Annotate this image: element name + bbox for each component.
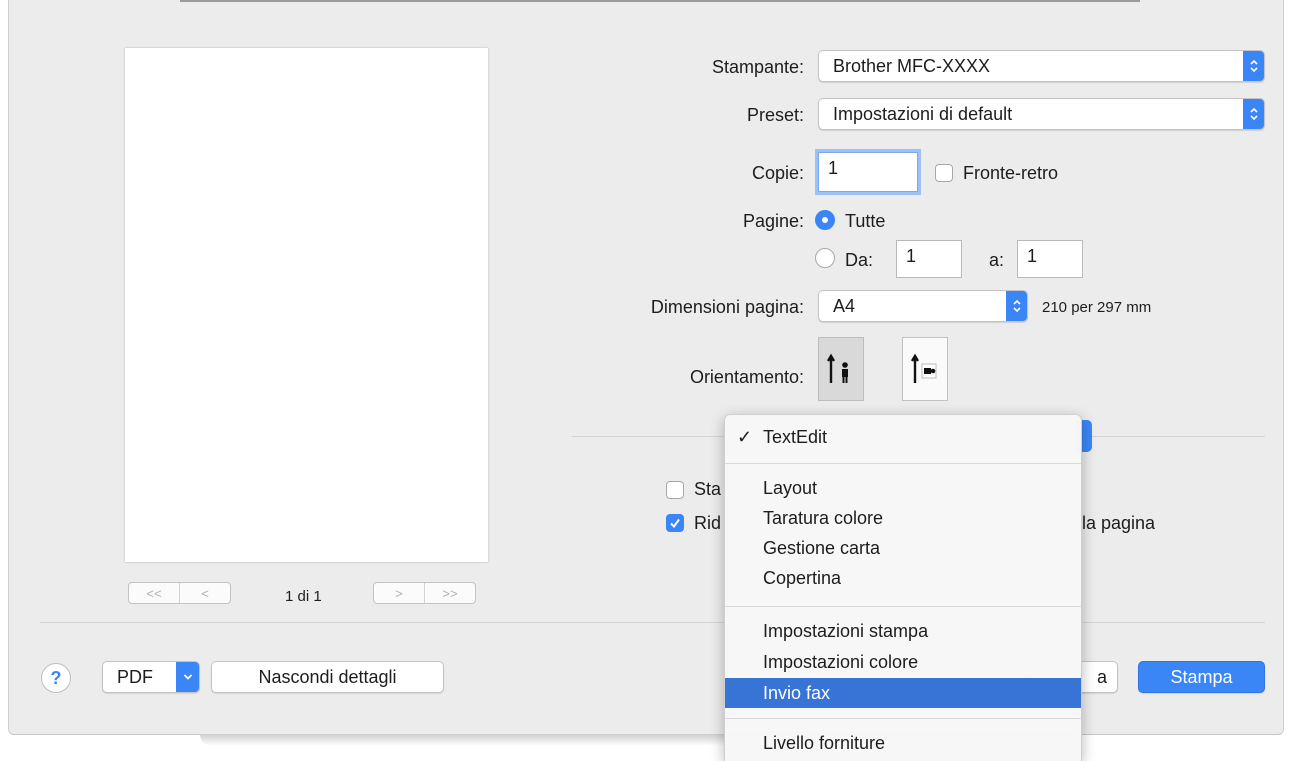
menu-item-supply-levels[interactable]: Livello forniture bbox=[725, 728, 1081, 758]
menu-separator bbox=[725, 718, 1081, 719]
pages-all-radio[interactable] bbox=[815, 210, 835, 230]
copies-field[interactable]: 1 bbox=[818, 152, 918, 192]
pdf-label: PDF bbox=[117, 666, 153, 687]
menu-item-cover[interactable]: Copertina bbox=[725, 563, 1081, 593]
page-preview bbox=[125, 48, 488, 562]
menu-item-layout[interactable]: Layout bbox=[725, 473, 1081, 503]
option-1-label: Sta bbox=[694, 479, 722, 499]
paper-size-label: Dimensioni pagina: bbox=[650, 297, 804, 317]
pages-to-field[interactable]: 1 bbox=[1017, 240, 1083, 278]
menu-item-color-matching[interactable]: Taratura colore bbox=[725, 503, 1081, 533]
landscape-person-icon bbox=[910, 353, 937, 383]
next-page-button[interactable]: > bbox=[374, 583, 424, 603]
checkmark-icon bbox=[670, 518, 680, 529]
preview-nav-forward-group: > >> bbox=[373, 582, 476, 604]
menu-item-textedit[interactable]: ✓ TextEdit bbox=[725, 422, 1081, 452]
pages-label: Pagine: bbox=[742, 211, 804, 231]
window-edge bbox=[180, 0, 1140, 2]
duplex-checkbox[interactable] bbox=[935, 164, 953, 182]
orientation-landscape-button[interactable] bbox=[902, 337, 948, 401]
copies-label: Copie: bbox=[751, 163, 804, 183]
pdf-menu-button[interactable]: PDF bbox=[102, 661, 200, 693]
pages-from-label: Da: bbox=[845, 250, 874, 270]
preset-select[interactable]: Impostazioni di default bbox=[818, 98, 1265, 130]
pages-all-label: Tutte bbox=[845, 211, 886, 231]
pages-range-radio[interactable] bbox=[815, 248, 835, 268]
preview-nav-back-group: << < bbox=[128, 582, 231, 604]
panel-selector-menu: ✓ TextEdit Layout Taratura colore Gestio… bbox=[724, 414, 1082, 761]
paper-dimensions: 210 per 297 mm bbox=[1042, 299, 1152, 316]
help-button[interactable]: ? bbox=[41, 663, 71, 693]
page-count: 1 di 1 bbox=[285, 588, 322, 605]
menu-separator bbox=[725, 463, 1081, 464]
portrait-person-icon bbox=[826, 353, 848, 383]
hide-details-button[interactable]: Nascondi dettagli bbox=[211, 661, 444, 693]
menu-item-print-settings[interactable]: Impostazioni stampa bbox=[725, 616, 1081, 646]
menu-item-paper-handling[interactable]: Gestione carta bbox=[725, 533, 1081, 563]
orientation-label: Orientamento: bbox=[689, 367, 804, 387]
paper-size-select[interactable]: A4 bbox=[818, 290, 1028, 322]
option-2-label-tail: la pagina bbox=[1082, 513, 1156, 533]
orientation-portrait-button[interactable] bbox=[818, 337, 864, 401]
updown-arrows-icon bbox=[1243, 99, 1264, 129]
pages-to-label: a: bbox=[989, 250, 1005, 270]
duplex-label: Fronte-retro bbox=[963, 163, 1059, 183]
menu-item-send-fax[interactable]: Invio fax bbox=[725, 678, 1081, 708]
option-1-checkbox[interactable] bbox=[666, 481, 684, 499]
option-2-label: Rid bbox=[694, 513, 722, 533]
checkmark-icon: ✓ bbox=[737, 427, 753, 447]
printer-value: Brother MFC-XXXX bbox=[833, 55, 991, 76]
preset-label: Preset: bbox=[746, 105, 804, 125]
previous-page-button[interactable]: < bbox=[179, 583, 230, 603]
option-2-checkbox[interactable] bbox=[666, 514, 684, 532]
printer-label: Stampante: bbox=[711, 57, 804, 77]
chevron-down-icon bbox=[176, 662, 199, 692]
print-button[interactable]: Stampa bbox=[1138, 661, 1265, 693]
pages-from-field[interactable]: 1 bbox=[896, 240, 962, 278]
menu-separator bbox=[725, 606, 1081, 607]
first-page-button[interactable]: << bbox=[129, 583, 179, 603]
menu-item-color-settings[interactable]: Impostazioni colore bbox=[725, 647, 1081, 677]
updown-arrows-icon bbox=[1006, 291, 1027, 321]
preset-value: Impostazioni di default bbox=[833, 103, 1013, 124]
updown-arrows-icon bbox=[1243, 51, 1264, 81]
printer-select[interactable]: Brother MFC-XXXX bbox=[818, 50, 1265, 82]
paper-size-value: A4 bbox=[833, 295, 856, 316]
last-page-button[interactable]: >> bbox=[424, 583, 475, 603]
